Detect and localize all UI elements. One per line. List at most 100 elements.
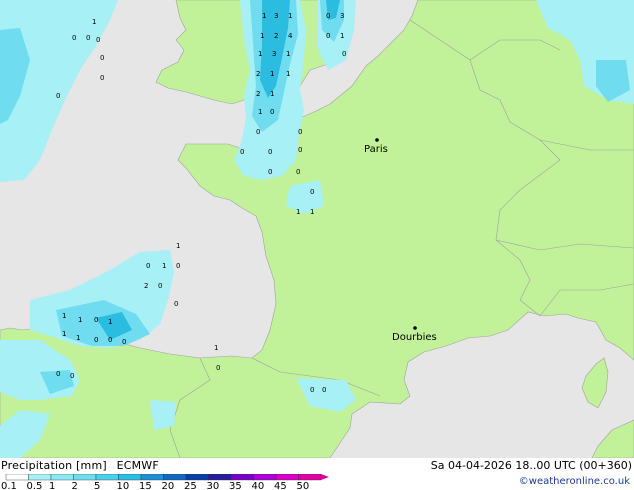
legend-tick-label: 0.5 [27, 481, 43, 490]
grid-value: 4 [288, 32, 293, 40]
grid-value: 0 [310, 188, 314, 196]
grid-value: 1 [310, 208, 314, 216]
legend-tick-label: 45 [274, 481, 287, 490]
legend-title-text: Precipitation [mm] [1, 459, 107, 472]
grid-value: 0 [122, 338, 126, 346]
legend-tick-label: 5 [94, 481, 100, 490]
legend-swatch [140, 474, 164, 481]
grid-value: 1 [92, 18, 96, 26]
legend-swatch [95, 474, 119, 481]
grid-value: 1 [258, 108, 262, 116]
grid-value: 1 [286, 70, 290, 78]
legend-tick-label: 35 [229, 481, 242, 490]
legend-swatch [5, 474, 29, 481]
grid-value: 2 [274, 32, 278, 40]
weather-map-page: 1310312401131021121100000000011101020011… [0, 0, 634, 490]
grid-value: 0 [56, 370, 60, 378]
grid-value: 1 [162, 262, 166, 270]
legend-tick-label: 25 [184, 481, 197, 490]
legend-credit: ©weatheronline.co.uk [518, 476, 630, 487]
legend-swatch [50, 474, 74, 481]
grid-value: 0 [268, 148, 272, 156]
grid-value: 1 [270, 90, 274, 98]
grid-value: 1 [76, 334, 80, 342]
city-label-paris: Paris [364, 144, 388, 155]
legend-swatch [275, 474, 299, 481]
grid-value: 0 [326, 32, 330, 40]
grid-value: 0 [94, 316, 98, 324]
legend-model: ECMWF [116, 459, 159, 472]
grid-value: 0 [270, 108, 274, 116]
grid-value: 0 [298, 128, 302, 136]
legend-swatch [118, 474, 142, 481]
grid-value: 3 [274, 12, 278, 20]
grid-value: 1 [62, 312, 66, 320]
grid-value: 1 [176, 242, 180, 250]
legend-tick-label: 50 [297, 481, 310, 490]
legend-color-scale: 0.1 0.5 1 2 5 10 15 20 25 30 35 40 45 50 [1, 474, 329, 490]
grid-value: 0 [100, 54, 104, 62]
grid-value: 1 [296, 208, 300, 216]
legend-swatch [230, 474, 254, 481]
grid-value: 0 [342, 50, 346, 58]
grid-value: 0 [56, 92, 60, 100]
grid-value: 0 [326, 12, 330, 20]
grid-value: 0 [96, 36, 100, 44]
legend-swatch [298, 474, 322, 481]
grid-value: 0 [216, 364, 220, 372]
legend-swatch [28, 474, 52, 481]
legend-swatch [253, 474, 277, 481]
grid-value: 0 [322, 386, 326, 394]
legend-swatch [163, 474, 187, 481]
legend-bar: Precipitation [mm] ECMWF Sa 04-04-2026 1… [0, 458, 634, 490]
grid-value: 1 [78, 316, 82, 324]
legend-tick-label: 0.1 [1, 481, 17, 490]
legend-tick-label: 2 [72, 481, 78, 490]
grid-value: 0 [174, 300, 178, 308]
legend-datetime: Sa 04-04-2026 18..00 UTC (00+360) [430, 459, 632, 472]
grid-value: 0 [310, 386, 314, 394]
grid-value: 1 [270, 70, 274, 78]
legend-tick-label: 1 [49, 481, 55, 490]
grid-value: 0 [296, 168, 300, 176]
grid-value: 3 [340, 12, 344, 20]
grid-value: 0 [94, 336, 98, 344]
grid-value: 0 [298, 146, 302, 154]
precipitation-map: 1 3 1 0 31 2 4 0 11 3 1 02 1 12 11 00 00 0 00 001 110 1 02 001 1… [0, 0, 634, 458]
grid-value: 0 [158, 282, 162, 290]
grid-value: 0 [70, 372, 74, 380]
grid-value: 1 [214, 344, 218, 352]
legend-tick-label: 20 [162, 481, 175, 490]
legend-swatch [73, 474, 97, 481]
grid-value: 1 [288, 12, 292, 20]
legend-title: Precipitation [mm] ECMWF [1, 459, 159, 472]
legend-arrow-icon [321, 474, 329, 480]
grid-value: 2 [144, 282, 148, 290]
grid-value: 0 [240, 148, 244, 156]
grid-value: 1 [262, 12, 266, 20]
grid-value: 1 [286, 50, 290, 58]
grid-value: 1 [62, 330, 66, 338]
legend-tick-label: 40 [252, 481, 265, 490]
grid-value: 1 [340, 32, 344, 40]
grid-value: 0 [268, 168, 272, 176]
grid-value: 3 [272, 50, 276, 58]
grid-value: 1 [260, 32, 264, 40]
grid-value: 0 [256, 128, 260, 136]
grid-value: 0 [146, 262, 150, 270]
legend-tick-label: 30 [207, 481, 220, 490]
grid-value: 0 [176, 262, 180, 270]
legend-tick-label: 15 [139, 481, 152, 490]
grid-value: 2 [256, 90, 260, 98]
grid-value: 1 [108, 318, 112, 326]
legend-tick-label: 10 [117, 481, 130, 490]
grid-value: 0 [72, 34, 76, 42]
legend-swatch [208, 474, 232, 481]
grid-value: 0 [86, 34, 90, 42]
legend-swatch [185, 474, 209, 481]
city-label-dourbies: Dourbies [392, 332, 437, 343]
grid-value: 0 [100, 74, 104, 82]
grid-value: 0 [108, 336, 112, 344]
grid-value: 2 [256, 70, 260, 78]
grid-value: 1 [258, 50, 262, 58]
